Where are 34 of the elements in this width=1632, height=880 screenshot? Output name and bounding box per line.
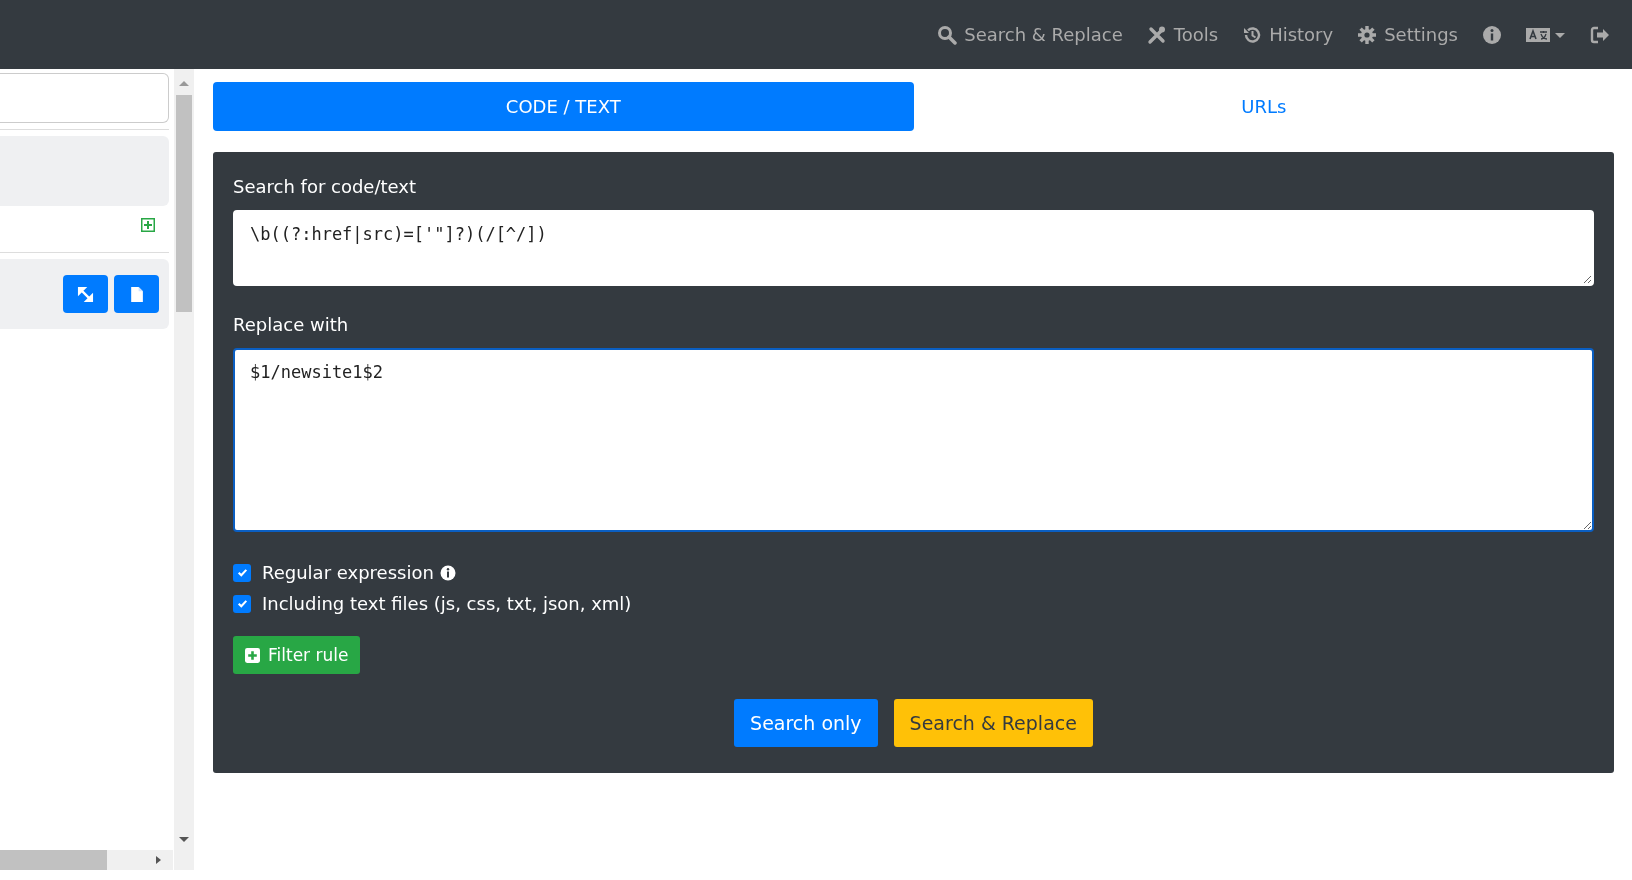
field-label: Search for code/text bbox=[233, 176, 418, 197]
field-label: Replace with bbox=[233, 314, 350, 335]
search-field[interactable]: \b((?:href|src)=['"]?)(/[^/]) bbox=[233, 210, 1594, 286]
expand-button[interactable] bbox=[63, 275, 108, 313]
file-button[interactable] bbox=[114, 275, 159, 313]
search-icon bbox=[937, 24, 958, 45]
replace-field[interactable]: $1/newsite1$2 bbox=[233, 348, 1594, 532]
vertical-scrollbar[interactable] bbox=[174, 69, 194, 870]
action-button[interactable]: Search & Replace bbox=[893, 699, 1093, 747]
filter-rule-button[interactable]: Filter rule bbox=[233, 636, 361, 674]
info-icon[interactable] bbox=[439, 564, 456, 581]
checkmark-icon bbox=[235, 566, 249, 579]
checkbox-label: Regular expression bbox=[262, 562, 434, 583]
info-icon[interactable] bbox=[1482, 24, 1502, 45]
logout-icon[interactable] bbox=[1590, 24, 1610, 45]
nav-link[interactable]: Tools bbox=[1146, 24, 1219, 45]
tab[interactable]: CODE / TEXT bbox=[213, 82, 914, 131]
action-button[interactable]: Search only bbox=[734, 699, 878, 747]
nav-link[interactable]: Settings bbox=[1357, 24, 1458, 45]
plus-icon bbox=[245, 647, 260, 663]
expand-icon bbox=[77, 285, 94, 303]
checkbox[interactable] bbox=[233, 563, 251, 582]
input-field[interactable] bbox=[0, 73, 169, 123]
file-icon bbox=[128, 285, 145, 303]
checkbox[interactable] bbox=[233, 594, 251, 613]
nav-link[interactable]: History bbox=[1242, 24, 1334, 45]
settings-icon bbox=[1357, 24, 1378, 45]
add-icon[interactable] bbox=[141, 218, 155, 232]
tab[interactable]: URLs bbox=[913, 82, 1614, 131]
horizontal-scrollbar[interactable] bbox=[0, 850, 173, 870]
history-icon bbox=[1242, 24, 1263, 45]
checkmark-icon bbox=[235, 597, 249, 610]
nav-link[interactable]: Search & Replace bbox=[937, 24, 1123, 45]
checkbox-label: Including text files (js, css, txt, json, xml) bbox=[262, 593, 632, 614]
